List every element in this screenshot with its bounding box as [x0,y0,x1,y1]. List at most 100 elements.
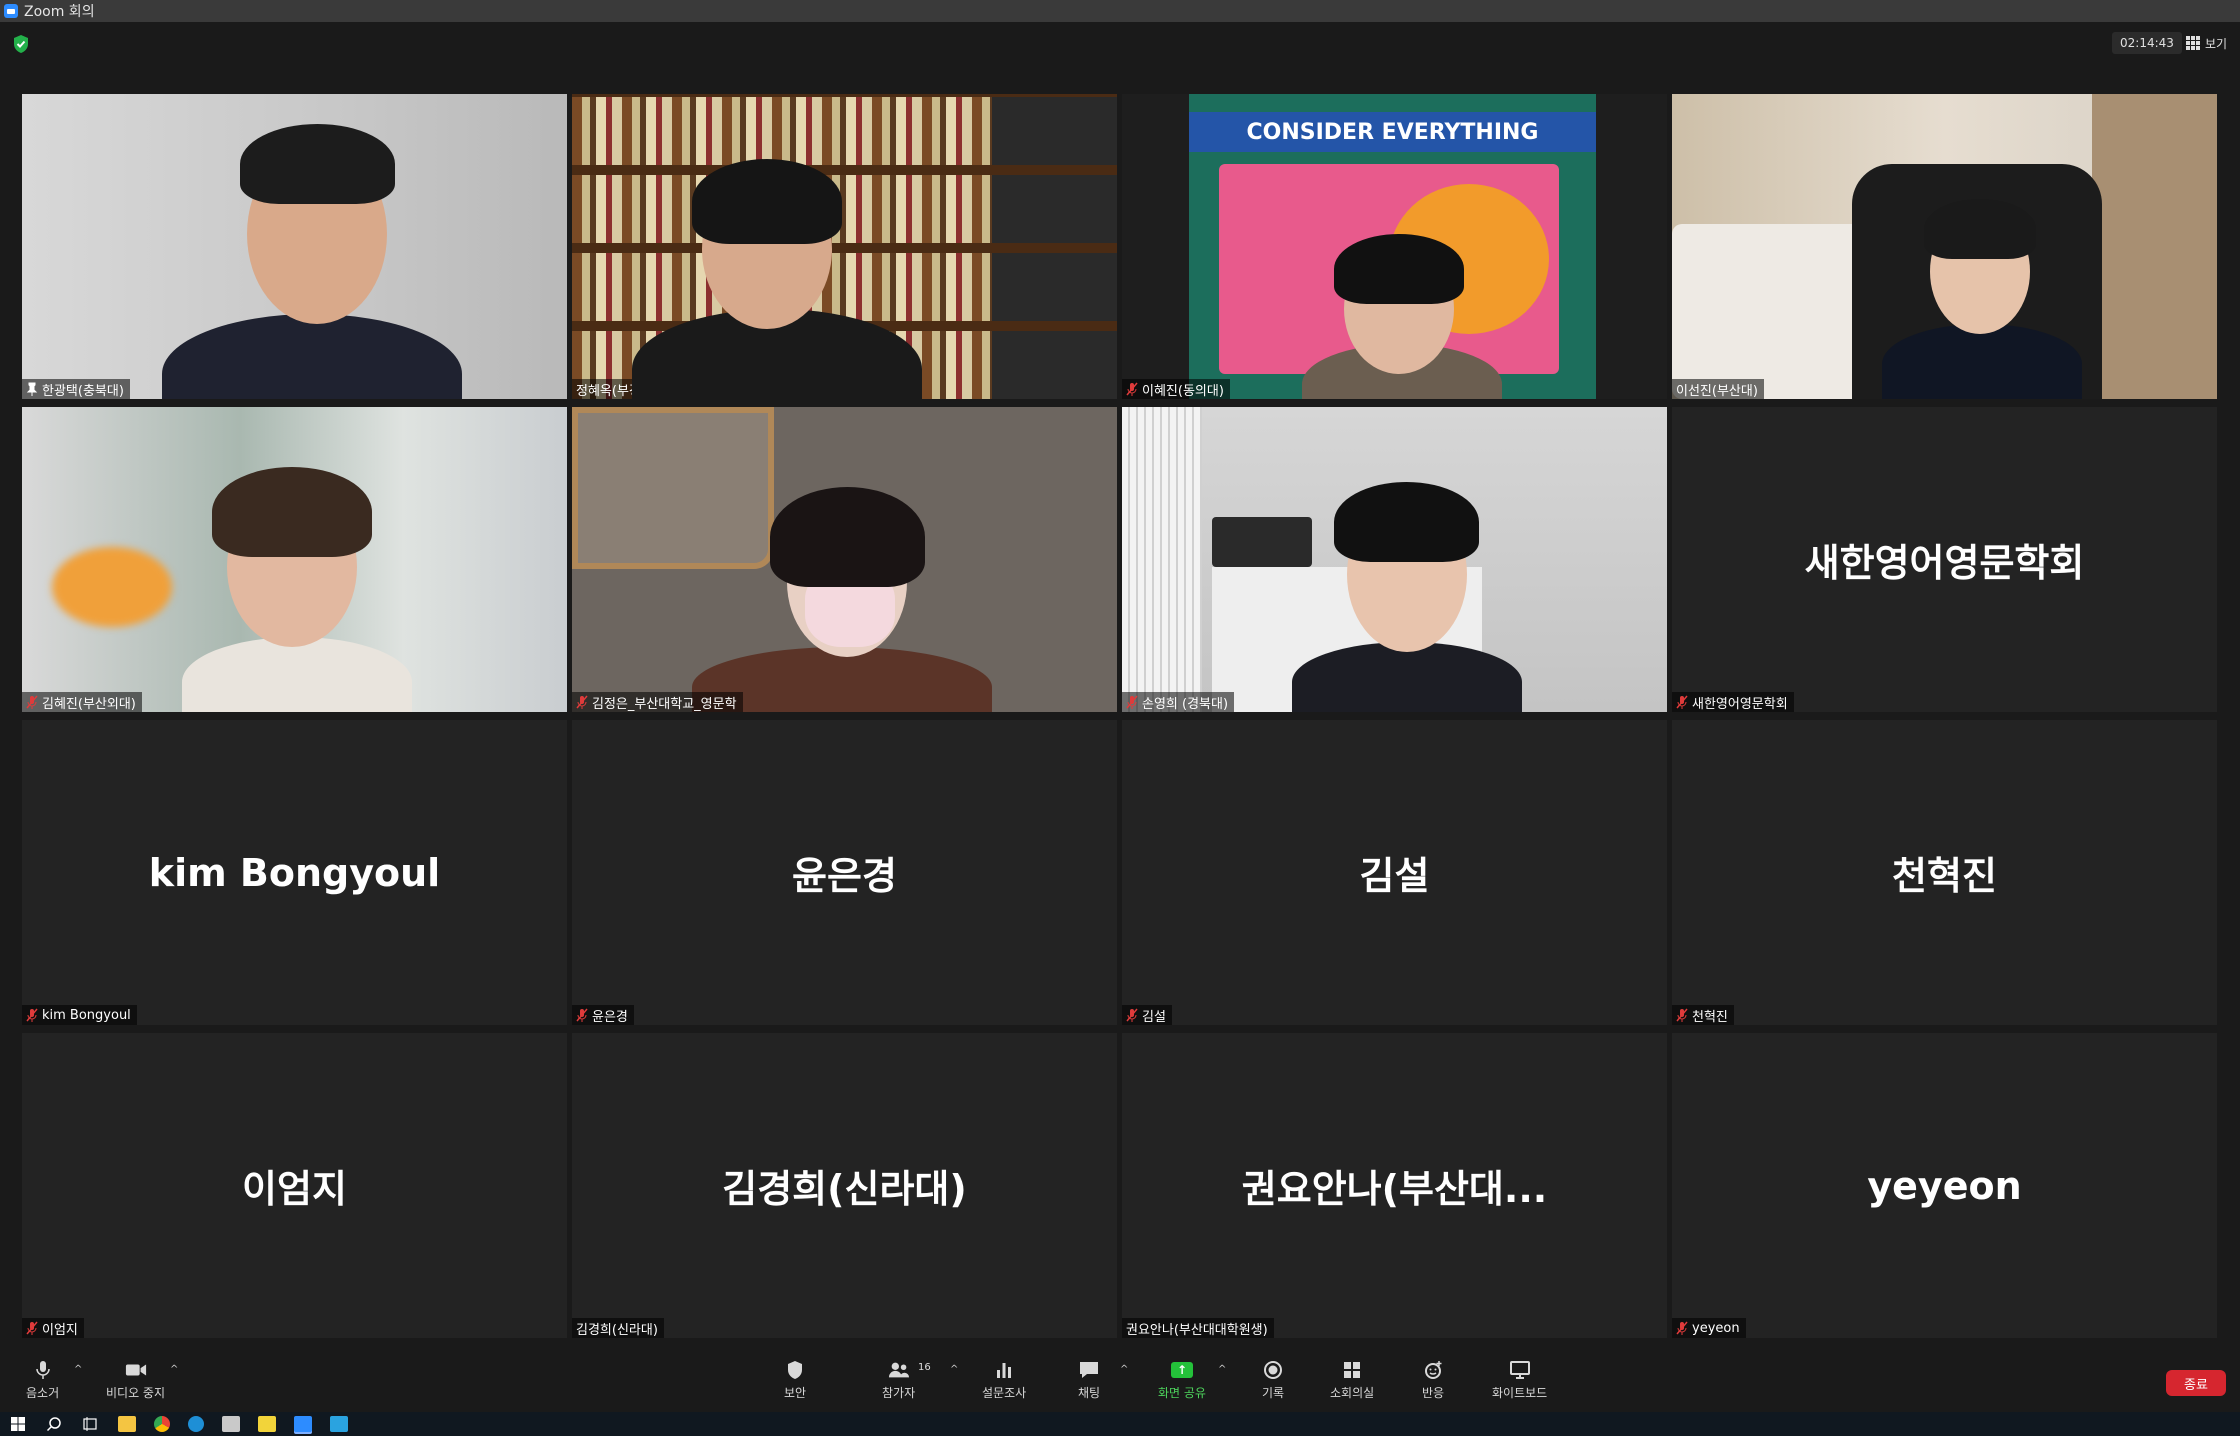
polls-button[interactable]: 설문조사 [982,1360,1026,1401]
participant-video [1122,407,1667,712]
whiteboard-button[interactable]: 화이트보드 [1492,1360,1547,1401]
reactions-button[interactable]: 반응 [1422,1360,1444,1401]
participant-tile[interactable]: 김경희(신라대) 김경희(신라대) [572,1033,1117,1338]
chat-options-caret[interactable]: ^ [1120,1364,1128,1375]
participants-count: 16 [918,1362,931,1373]
chat-label: 채팅 [1078,1386,1101,1400]
breakout-rooms-label: 소회의실 [1330,1386,1375,1400]
participant-name: 김설 [1142,1009,1166,1025]
participant-nametag: 새한영어영문학회 [1672,692,1794,712]
participant-video [22,407,567,712]
participants-label: 참가자 [882,1386,916,1400]
muted-mic-icon [1126,382,1138,396]
polls-label: 설문조사 [982,1386,1027,1400]
participant-tile[interactable]: 이엄지 이엄지 [22,1033,567,1338]
muted-mic-icon [1676,695,1688,709]
muted-mic-icon [1676,1008,1688,1022]
breakout-rooms-icon [1341,1360,1363,1380]
participant-tile[interactable]: 김혜진(부산외대) [22,407,567,712]
meeting-toolbar: 음소거 ^ 비디오 중지 ^ 보안 참가자 16 ^ 설문조사 채팅 ^ ↑ 화… [0,1348,2240,1412]
participant-tile[interactable]: 이선진(부산대) [1672,94,2217,399]
participant-tile[interactable]: 김정은_부산대학교_영문학 [572,407,1117,712]
participant-nametag: 김설 [1122,1005,1172,1025]
windows-start-icon[interactable] [10,1416,28,1432]
breakout-rooms-button[interactable]: 소회의실 [1330,1360,1374,1401]
participant-nametag: 이선진(부산대) [1672,379,1764,399]
share-options-caret[interactable]: ^ [1218,1364,1226,1375]
share-screen-label: 화면 공유 [1158,1386,1206,1400]
smiley-icon [1422,1360,1444,1380]
participant-tile[interactable]: 윤은경 윤은경 [572,720,1117,1025]
participant-nametag: 한광택(충북대) [22,379,130,399]
file-explorer-icon[interactable] [118,1416,136,1432]
security-shield-icon [784,1360,806,1380]
participant-tile[interactable]: 한광택(충북대) [22,94,567,399]
participant-nametag: 김혜진(부산외대) [22,692,142,712]
participant-name: 이혜진(동의대) [1142,383,1224,399]
participants-options-caret[interactable]: ^ [950,1364,958,1375]
whiteboard-label: 화이트보드 [1492,1386,1548,1400]
record-label: 기록 [1262,1386,1285,1400]
participant-tile[interactable]: 손영희 (경북대) [1122,407,1667,712]
muted-mic-icon [576,1008,588,1022]
muted-mic-icon [1126,695,1138,709]
security-button[interactable]: 보안 [784,1360,806,1401]
app-icon[interactable] [222,1416,240,1432]
participant-name: kim Bongyoul [42,1007,131,1023]
share-screen-icon: ↑ [1170,1360,1193,1380]
share-screen-button[interactable]: ↑ 화면 공유 [1158,1360,1206,1401]
participant-nametag: 김경희(신라대) [572,1318,664,1338]
participant-tile-active-speaker[interactable]: 정혜옥(부경대) JEONG, Haeook [572,94,1117,399]
participants-button[interactable]: 참가자 [882,1360,915,1401]
chat-button[interactable]: 채팅 [1078,1360,1100,1401]
participant-video [572,407,1117,712]
mute-button[interactable]: 음소거 [26,1360,59,1401]
participant-name: 이선진(부산대) [1676,383,1758,399]
participant-tile[interactable]: kim Bongyoul kim Bongyoul [22,720,567,1025]
security-shield-icon[interactable] [12,34,30,54]
participant-display-name: 윤은경 [792,854,897,898]
bar-chart-icon [993,1360,1015,1380]
participant-tile[interactable]: CONSIDER EVERYTHING 이혜진(동의대) [1122,94,1667,399]
muted-mic-icon [576,695,588,709]
mute-label: 음소거 [26,1386,60,1400]
participant-video [22,94,567,399]
participant-nametag: 이엄지 [22,1318,84,1338]
participant-video: CONSIDER EVERYTHING [1122,94,1667,399]
search-icon[interactable] [46,1416,64,1432]
participant-tile[interactable]: 새한영어영문학회 새한영어영문학회 [1672,407,2217,712]
participant-tile[interactable]: yeyeon yeyeon [1672,1033,2217,1338]
participant-nametag: 윤은경 [572,1005,634,1025]
view-button[interactable]: 보기 [2186,32,2227,54]
chrome-icon[interactable] [154,1416,170,1432]
mute-options-caret[interactable]: ^ [74,1364,82,1375]
internet-explorer-icon[interactable] [188,1416,204,1432]
participant-tile[interactable]: 김설 김설 [1122,720,1667,1025]
participant-name: 손영희 (경북대) [1142,696,1229,712]
participant-tile[interactable]: 천혁진 천혁진 [1672,720,2217,1025]
muted-mic-icon [1126,1008,1138,1022]
record-button[interactable]: 기록 [1262,1360,1284,1401]
record-icon [1262,1360,1284,1380]
zoom-client-icon[interactable] [330,1416,348,1432]
meeting-timer: 02:14:43 [2112,32,2182,54]
window-title: Zoom 회의 [24,4,95,20]
zoom-taskbar-icon[interactable] [294,1416,312,1432]
participant-nametag: 김정은_부산대학교_영문학 [572,692,743,712]
pin-icon [26,382,38,396]
end-meeting-button[interactable]: 종료 [2166,1370,2226,1396]
participant-tile[interactable]: 권요안나(부산대... 권요안나(부산대대학원생) [1122,1033,1667,1338]
stop-video-button[interactable]: 비디오 중지 [106,1360,165,1401]
video-options-caret[interactable]: ^ [170,1364,178,1375]
participant-nametag: 권요안나(부산대대학원생) [1122,1318,1274,1338]
video-camera-icon [125,1360,147,1380]
reactions-label: 반응 [1422,1386,1445,1400]
participant-video [1672,94,2217,399]
participant-nametag: kim Bongyoul [22,1005,137,1025]
view-label: 보기 [2205,36,2228,51]
security-label: 보안 [784,1386,807,1400]
microphone-icon [32,1360,54,1380]
participant-nametag: yeyeon [1672,1318,1746,1338]
sticky-notes-icon[interactable] [258,1416,276,1432]
task-view-icon[interactable] [82,1416,100,1432]
